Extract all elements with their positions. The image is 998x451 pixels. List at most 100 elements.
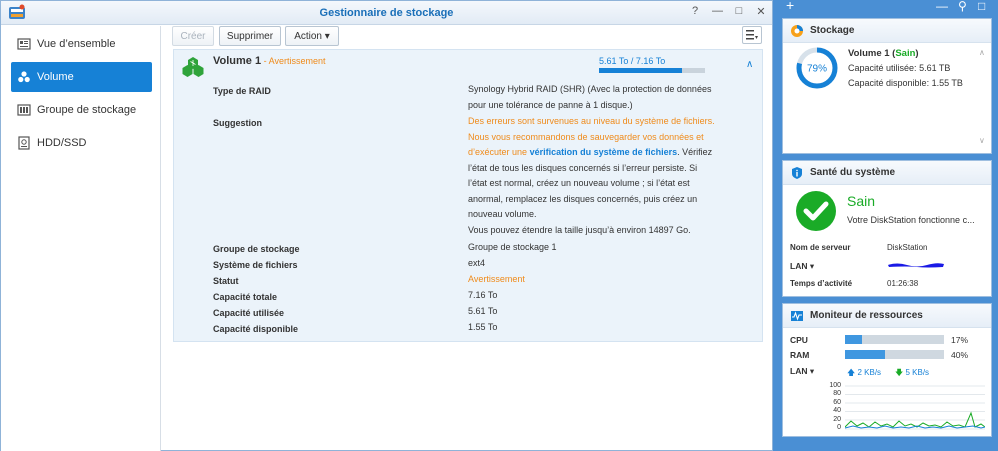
filesystem-value: ext4	[468, 258, 486, 268]
sidebar-item-label: HDD/SSD	[37, 137, 87, 149]
status-label: Statut	[213, 276, 239, 286]
uptime-label: Temps d’activité	[790, 279, 853, 288]
storage-used-value: 5.61 TB	[919, 63, 951, 73]
y-tick: 60	[833, 398, 841, 406]
upload-rate: 🡅 2 KB/s	[847, 367, 881, 381]
y-tick: 100	[829, 382, 841, 389]
toolbar: Créer Supprimer Action ▾	[162, 26, 772, 46]
download-arrow-icon: 🡇	[895, 368, 904, 377]
sidebar-item-label: Groupe de stockage	[37, 104, 137, 116]
overview-icon	[17, 38, 31, 50]
total-capacity-label: Capacité totale	[213, 292, 278, 302]
used-capacity-label: Capacité utilisée	[213, 308, 285, 318]
resource-monitor-icon	[791, 310, 803, 321]
help-button[interactable]: ?	[690, 5, 700, 18]
list-view-icon	[746, 30, 758, 40]
cpu-usage-fill	[845, 335, 862, 344]
monitor-widget-title: Moniteur de ressources	[810, 310, 923, 321]
lan-monitor-dropdown[interactable]: LAN ▾	[790, 366, 814, 377]
network-traffic-chart	[845, 385, 985, 430]
sidebar-item-volume[interactable]: Volume	[11, 62, 152, 92]
sidebar-item-hdd-ssd[interactable]: HDD/SSD	[11, 128, 152, 158]
download-value: 5 KB/s	[905, 368, 930, 377]
storage-percent: 79%	[807, 64, 827, 75]
monitor-widget-header: Moniteur de ressources	[783, 304, 991, 328]
storage-pool-label: Groupe de stockage	[213, 244, 300, 254]
filesystem-label: Système de fichiers	[213, 260, 298, 270]
widget-pin-button[interactable]: ⚲	[958, 0, 967, 13]
healthy-check-icon	[796, 191, 836, 231]
y-tick: 40	[833, 407, 841, 415]
add-widget-button[interactable]: +	[786, 0, 794, 13]
system-health-widget: Santé du système Sain Votre DiskStation …	[782, 160, 992, 297]
collapse-chevron-icon[interactable]: ∧	[746, 59, 753, 70]
sidebar-item-label: Vue d’ensemble	[37, 38, 116, 50]
title-bar[interactable]: Gestionnaire de stockage ? — □ ✕	[1, 1, 772, 25]
view-mode-button[interactable]	[742, 26, 762, 44]
cpu-label: CPU	[790, 335, 808, 345]
sidebar-item-storage-pool[interactable]: Groupe de stockage	[11, 95, 152, 125]
hdd-icon	[18, 136, 30, 150]
scroll-down-icon[interactable]: ∨	[979, 136, 985, 145]
cpu-percent: 17%	[951, 335, 969, 345]
server-name-value: DiskStation	[887, 243, 928, 252]
network-chart-y-axis: 100 80 60 40 20 0	[827, 382, 841, 432]
volume-detail-panel: Volume 1 - Avertissement 5.61 To / 7.16 …	[173, 49, 763, 342]
server-name-label: Nom de serveur	[790, 243, 851, 252]
storage-volume-line: Volume 1 (Sain)	[848, 48, 919, 59]
volume-icon	[18, 71, 30, 83]
status-value: Avertissement	[468, 274, 525, 284]
storage-volume-status: Sain	[895, 48, 916, 59]
health-widget-title: Santé du système	[810, 167, 896, 178]
sidebar: Vue d’ensemble Volume Groupe de stockage…	[1, 26, 161, 451]
ram-usage-bar	[845, 350, 944, 359]
used-capacity-value: 5.61 To	[468, 306, 498, 316]
health-widget-header: Santé du système	[783, 161, 991, 185]
volume-separator: -	[261, 56, 269, 66]
storage-used-line: Capacité utilisée: 5.61 TB	[848, 63, 951, 73]
storage-free-value: 1.55 TB	[931, 78, 963, 88]
volume-capacity-text: 5.61 To / 7.16 To	[599, 56, 666, 66]
storage-pie-icon	[791, 24, 803, 37]
volume-icon	[182, 57, 204, 77]
ram-usage-fill	[845, 350, 885, 359]
storage-widget-title: Stockage	[810, 25, 855, 36]
sidebar-item-overview[interactable]: Vue d’ensemble	[11, 29, 152, 59]
redacted-ip-scribble	[888, 263, 944, 268]
close-button[interactable]: ✕	[756, 5, 766, 18]
scroll-up-icon[interactable]: ∧	[979, 48, 985, 57]
info-icon	[792, 166, 802, 179]
y-tick: 20	[833, 415, 841, 423]
storage-widget-header: Stockage	[783, 19, 991, 43]
lan-dropdown[interactable]: LAN ▾	[790, 261, 814, 272]
action-dropdown-button[interactable]: Action ▾	[285, 26, 339, 46]
ram-percent: 40%	[951, 350, 969, 360]
minimize-button[interactable]: —	[712, 5, 723, 18]
storage-manager-window: Gestionnaire de stockage ? — □ ✕ Vue d’e…	[0, 0, 773, 451]
sidebar-item-label: Volume	[37, 71, 74, 83]
health-status: Sain	[847, 193, 876, 209]
available-capacity-label: Capacité disponible	[213, 324, 299, 334]
window-title: Gestionnaire de stockage	[319, 7, 454, 19]
widget-minimize-button[interactable]: —	[936, 0, 948, 13]
download-rate: 🡇 5 KB/s	[895, 367, 929, 381]
storage-usage-ring: 79%	[796, 47, 838, 89]
y-tick: 80	[833, 390, 841, 398]
upload-arrow-icon: 🡅	[847, 368, 856, 377]
delete-button[interactable]: Supprimer	[219, 26, 281, 46]
filesystem-check-link[interactable]: vérification du système de fichiers	[530, 147, 678, 157]
health-message: Votre DiskStation fonctionne c...	[847, 215, 975, 225]
maximize-button[interactable]: □	[734, 5, 744, 18]
volume-status: Avertissement	[268, 56, 326, 66]
y-tick: 0	[837, 424, 841, 432]
cpu-usage-bar	[845, 335, 944, 344]
ram-label: RAM	[790, 350, 810, 360]
available-capacity-value: 1.55 To	[468, 322, 498, 332]
widget-restore-button[interactable]: □	[978, 0, 985, 13]
storage-free-line: Capacité disponible: 1.55 TB	[848, 78, 963, 88]
raid-type-label: Type de RAID	[213, 86, 271, 96]
create-button[interactable]: Créer	[172, 26, 214, 46]
resource-monitor-widget: Moniteur de ressources CPU 17% RAM 40% L…	[782, 303, 992, 437]
suggestion-extend: Vous pouvez étendre la taille jusqu’à en…	[468, 224, 691, 235]
storage-used-label: Capacité utilisée	[848, 63, 915, 73]
